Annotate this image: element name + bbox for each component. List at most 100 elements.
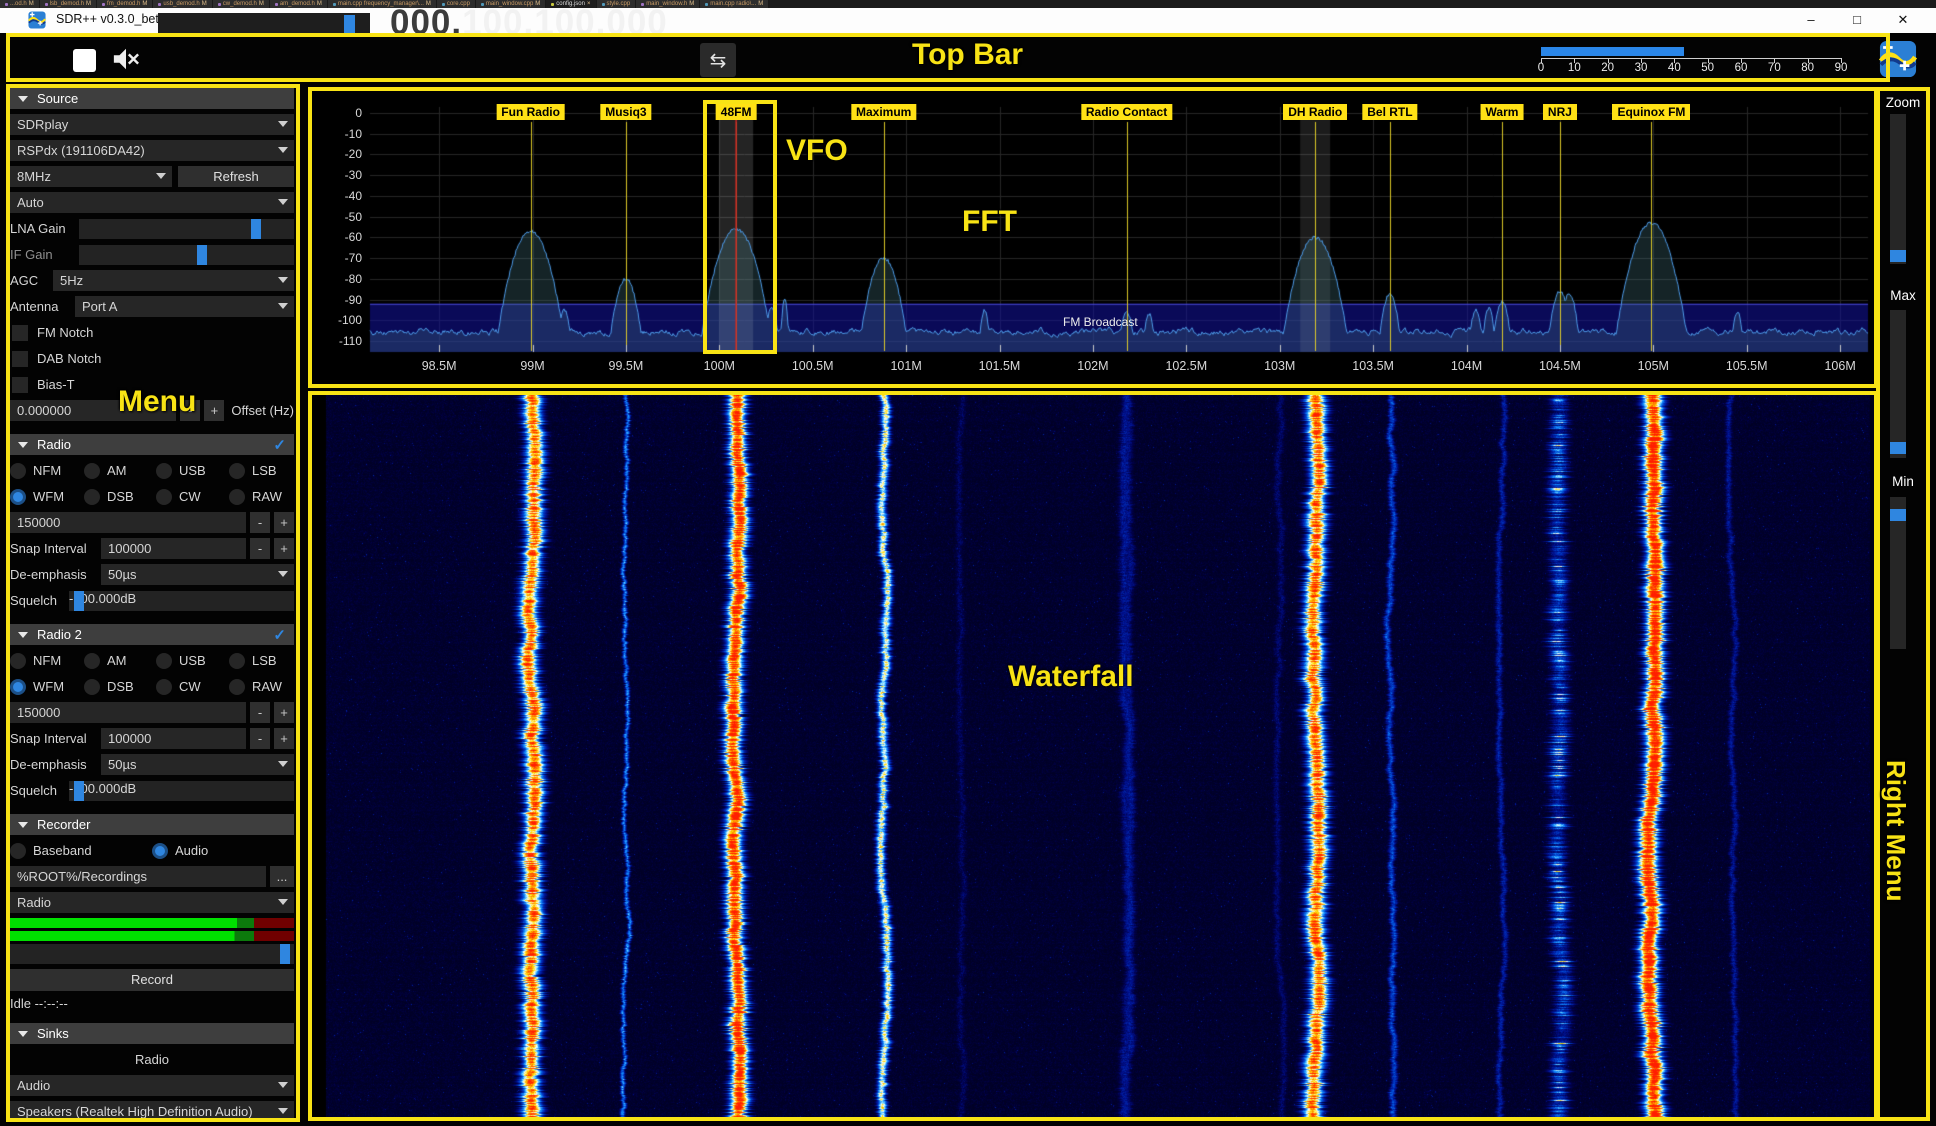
- if-gain-handle[interactable]: [197, 245, 207, 265]
- stop-button[interactable]: [66, 43, 102, 77]
- radio-button-icon[interactable]: [156, 489, 172, 505]
- radio-button-icon[interactable]: [229, 489, 245, 505]
- recorder-mode-baseband[interactable]: Baseband: [10, 843, 152, 859]
- radio2-snap-input[interactable]: 100000: [101, 728, 246, 749]
- mute-button[interactable]: [104, 40, 148, 78]
- radio-button-icon[interactable]: [84, 653, 100, 669]
- radio2-bandwidth-input[interactable]: 150000: [10, 702, 246, 723]
- radio-mode-usb[interactable]: USB: [156, 463, 229, 479]
- radio-bandwidth-input[interactable]: 150000: [10, 512, 246, 533]
- offset-input[interactable]: 0.000000: [10, 400, 176, 421]
- maximize-button[interactable]: □: [1843, 10, 1871, 30]
- min-slider-handle[interactable]: [1890, 509, 1906, 521]
- radio-bw-minus-button[interactable]: -: [250, 512, 270, 533]
- max-slider[interactable]: [1890, 310, 1906, 458]
- dab-notch-row[interactable]: DAB Notch: [10, 348, 294, 369]
- offset-plus-button[interactable]: +: [204, 400, 224, 421]
- sdrpp-logo-icon[interactable]: [1878, 40, 1918, 78]
- squelch-handle[interactable]: [74, 781, 84, 801]
- radio2-bw-plus-button[interactable]: +: [274, 702, 294, 723]
- station-bookmark-label[interactable]: Musiq3: [600, 104, 651, 120]
- browse-button[interactable]: ...: [270, 866, 294, 887]
- menu-toggle-button[interactable]: [12, 38, 56, 78]
- radio-button-icon[interactable]: [10, 463, 26, 479]
- sinks-section-header[interactable]: Sinks: [10, 1023, 294, 1044]
- refresh-button[interactable]: Refresh: [178, 166, 294, 187]
- volume-slider-handle[interactable]: [344, 15, 355, 35]
- radio2-section-header[interactable]: Radio 2 ✓: [10, 624, 294, 645]
- editor-tab-12[interactable]: main.cpp radio\...M: [700, 0, 769, 8]
- radio-button-icon[interactable]: [156, 679, 172, 695]
- recorder-mode-audio[interactable]: Audio: [152, 843, 208, 859]
- source-section-header[interactable]: Source: [10, 88, 294, 109]
- station-bookmark-label[interactable]: Maximum: [851, 104, 916, 120]
- radio2-mode-dsb[interactable]: DSB: [84, 679, 156, 695]
- radio-button-icon[interactable]: [10, 679, 26, 695]
- radio2-deemphasis-select[interactable]: 50µs: [101, 754, 294, 775]
- radio2-mode-usb[interactable]: USB: [156, 653, 229, 669]
- source-device-select[interactable]: RSPdx (191106DA42): [10, 140, 294, 161]
- station-bookmark-label[interactable]: 48FM: [716, 104, 757, 120]
- recorder-volume-handle[interactable]: [280, 944, 290, 964]
- radio-button-icon[interactable]: [229, 653, 245, 669]
- radio-button-icon[interactable]: [84, 463, 100, 479]
- station-bookmark-label[interactable]: Fun Radio: [496, 104, 565, 120]
- editor-tab-4[interactable]: cw_demod.hM: [213, 0, 270, 8]
- enabled-check-icon[interactable]: ✓: [273, 436, 286, 454]
- radio-section-header[interactable]: Radio ✓: [10, 434, 294, 455]
- radio-mode-raw[interactable]: RAW: [229, 489, 294, 505]
- fm-notch-row[interactable]: FM Notch: [10, 322, 294, 343]
- recorder-section-header[interactable]: Recorder: [10, 814, 294, 835]
- squelch-handle[interactable]: [74, 591, 84, 611]
- radio-mode-dsb[interactable]: DSB: [84, 489, 156, 505]
- zoom-slider[interactable]: [1890, 114, 1906, 264]
- radio-button-icon[interactable]: [84, 489, 100, 505]
- radio2-squelch-slider[interactable]: -100.000dB: [69, 781, 294, 801]
- radio-mode-wfm[interactable]: WFM: [10, 489, 84, 505]
- radio-button-icon[interactable]: [156, 463, 172, 479]
- editor-tab-2[interactable]: fm_demod.hM: [97, 0, 153, 8]
- radio-mode-lsb[interactable]: LSB: [229, 463, 294, 479]
- agc-select[interactable]: 5Hz: [53, 270, 294, 291]
- max-slider-handle[interactable]: [1890, 442, 1906, 454]
- radio-button-icon[interactable]: [152, 843, 168, 859]
- editor-tab-3[interactable]: usb_demod.hM: [153, 0, 212, 8]
- editor-tab-1[interactable]: lsb_demod.hM: [40, 0, 97, 8]
- station-bookmark-label[interactable]: NRJ: [1543, 104, 1577, 120]
- recordings-path-input[interactable]: %ROOT%/Recordings: [10, 866, 266, 887]
- radio-mode-nfm[interactable]: NFM: [10, 463, 84, 479]
- squelch-slider[interactable]: -100.000dB: [69, 591, 294, 611]
- radio2-bw-minus-button[interactable]: -: [250, 702, 270, 723]
- radio-button-icon[interactable]: [10, 489, 26, 505]
- station-bookmark-label[interactable]: Warm: [1481, 104, 1524, 120]
- sink-device-select[interactable]: Speakers (Realtek High Definition Audio): [10, 1101, 294, 1122]
- bandwidth-select[interactable]: 8MHz: [10, 166, 172, 187]
- antenna-select[interactable]: Port A: [75, 296, 294, 317]
- lna-gain-handle[interactable]: [251, 219, 261, 239]
- bias-t-row[interactable]: Bias-T: [10, 374, 294, 395]
- radio-button-icon[interactable]: [10, 653, 26, 669]
- snap-interval-input[interactable]: 100000: [101, 538, 246, 559]
- ifmode-select[interactable]: Auto: [10, 192, 294, 213]
- radio-button-icon[interactable]: [10, 843, 26, 859]
- enabled-check-icon[interactable]: ✓: [273, 626, 286, 644]
- sink-type-select[interactable]: Audio: [10, 1075, 294, 1096]
- lna-gain-slider[interactable]: [79, 219, 294, 239]
- radio-mode-cw[interactable]: CW: [156, 489, 229, 505]
- recorder-volume-slider[interactable]: [10, 944, 294, 964]
- waterfall-canvas[interactable]: [312, 395, 1874, 1119]
- station-bookmark-label[interactable]: DH Radio: [1283, 104, 1347, 120]
- radio2-mode-cw[interactable]: CW: [156, 679, 229, 695]
- radio-button-icon[interactable]: [229, 679, 245, 695]
- radio2-mode-wfm[interactable]: WFM: [10, 679, 84, 695]
- radio2-mode-raw[interactable]: RAW: [229, 679, 294, 695]
- editor-tab-0[interactable]: ...od.hM: [0, 0, 40, 8]
- snap-minus-button[interactable]: -: [250, 538, 270, 559]
- recorder-stream-select[interactable]: Radio: [10, 892, 294, 913]
- close-button[interactable]: ✕: [1889, 10, 1917, 30]
- volume-slider[interactable]: [158, 13, 370, 37]
- snap-minus-button[interactable]: -: [250, 728, 270, 749]
- record-button[interactable]: Record: [10, 969, 294, 991]
- frequency-display[interactable]: 000.100.100.000: [390, 3, 668, 43]
- zoom-slider-handle[interactable]: [1890, 250, 1906, 262]
